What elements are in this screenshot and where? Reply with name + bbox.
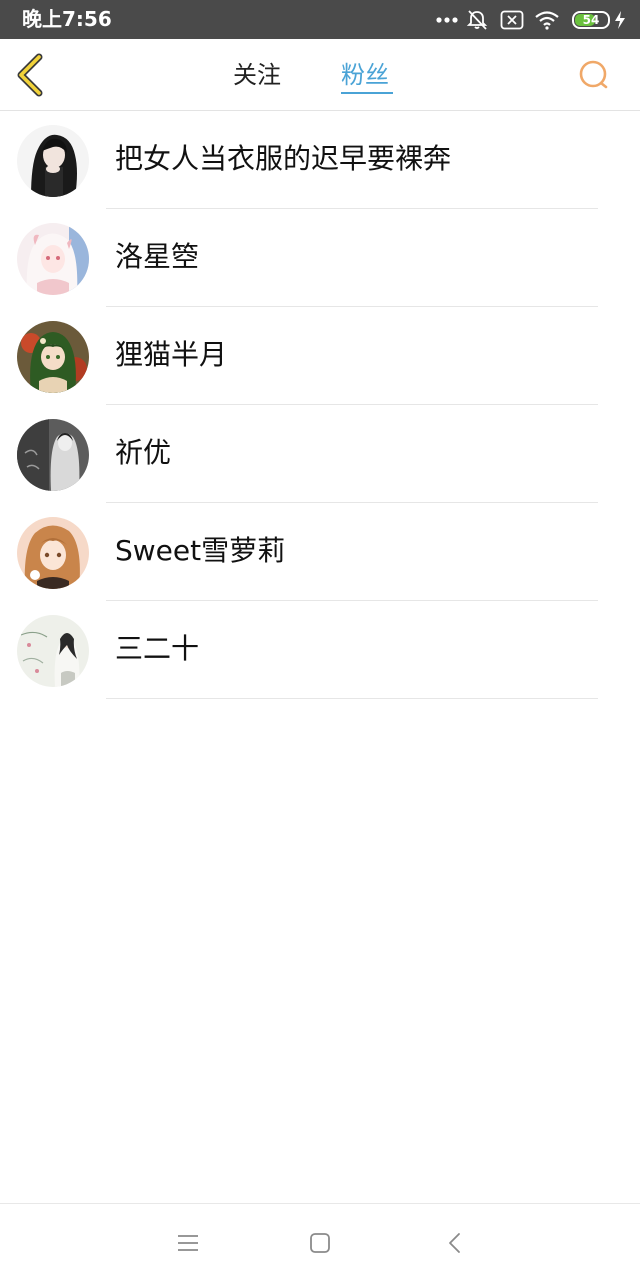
list-item[interactable]: 洛星箜 xyxy=(0,209,640,307)
status-time: 晚上7:56 xyxy=(22,7,112,31)
menu-button[interactable] xyxy=(173,1228,203,1258)
battery-icon: 54 xyxy=(572,11,610,29)
user-name: 狸猫半月 xyxy=(115,338,228,371)
list-item[interactable]: 祈优 xyxy=(0,405,640,503)
chevron-left-icon xyxy=(17,53,43,97)
nav-back-button[interactable] xyxy=(440,1228,470,1258)
user-name: 洛星箜 xyxy=(115,240,200,273)
search-icon xyxy=(579,60,608,89)
avatar[interactable] xyxy=(17,321,89,393)
list-item[interactable]: 三二十 xyxy=(0,601,640,699)
top-bar: 关注 粉丝 xyxy=(0,39,640,111)
avatar[interactable] xyxy=(17,223,89,295)
active-tab-indicator xyxy=(341,92,393,94)
list-item[interactable]: Sweet雪萝莉 xyxy=(0,503,640,601)
battery-level: 54 xyxy=(582,13,600,27)
navigation-bar xyxy=(0,1203,640,1280)
charging-icon xyxy=(614,10,626,30)
fans-screen: 晚上7:56 54 关注 粉丝 把女人当衣服的迟早要裸奔 洛星箜 狸猫半月 祈优… xyxy=(0,0,640,1280)
tab-fans[interactable]: 粉丝 xyxy=(341,59,389,91)
status-bar: 晚上7:56 54 xyxy=(0,0,640,39)
avatar[interactable] xyxy=(17,517,89,589)
back-button[interactable] xyxy=(12,53,52,97)
avatar[interactable] xyxy=(17,615,89,687)
user-name: Sweet雪萝莉 xyxy=(115,534,286,567)
home-icon xyxy=(310,1233,330,1253)
status-icons: 54 xyxy=(436,7,626,33)
home-button[interactable] xyxy=(305,1228,335,1258)
user-name: 祈优 xyxy=(115,436,172,469)
no-sim-icon xyxy=(500,10,524,30)
wifi-icon xyxy=(534,10,560,30)
avatar[interactable] xyxy=(17,419,89,491)
more-dots-icon xyxy=(436,16,458,24)
back-icon xyxy=(449,1233,460,1253)
list-item[interactable]: 狸猫半月 xyxy=(0,307,640,405)
list-item[interactable]: 把女人当衣服的迟早要裸奔 xyxy=(0,111,640,209)
divider xyxy=(106,698,598,699)
user-name: 三二十 xyxy=(115,632,200,665)
menu-icon xyxy=(178,1235,198,1251)
user-name: 把女人当衣服的迟早要裸奔 xyxy=(115,142,452,175)
tab-follow[interactable]: 关注 xyxy=(233,59,281,91)
bell-off-icon xyxy=(466,9,488,31)
avatar[interactable] xyxy=(17,125,89,197)
fans-list: 把女人当衣服的迟早要裸奔 洛星箜 狸猫半月 祈优 Sweet雪萝莉 三二十 xyxy=(0,111,640,699)
search-button[interactable] xyxy=(574,56,614,96)
